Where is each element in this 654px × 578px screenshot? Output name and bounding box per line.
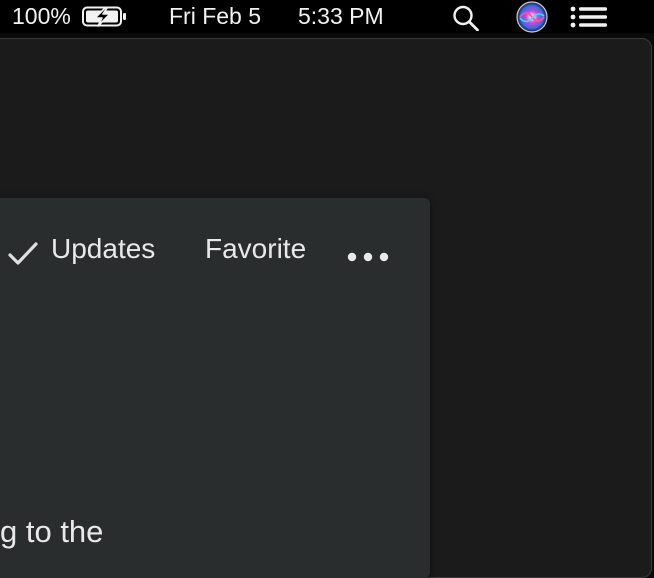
menubar-date[interactable]: Fri Feb 5 [169, 0, 261, 33]
battery-charging-icon[interactable] [82, 6, 128, 27]
siri-icon[interactable] [516, 1, 548, 33]
favorite-button[interactable]: Favorite [205, 230, 306, 268]
battery-percentage[interactable]: 100% [12, 0, 71, 33]
notification-center-icon[interactable] [570, 6, 608, 28]
more-ellipsis-icon[interactable] [346, 240, 390, 262]
updates-label: Updates [51, 233, 156, 264]
spotlight-search-icon[interactable] [452, 5, 480, 32]
checkmark-icon [8, 238, 38, 276]
menu-bar: 100% Fri Feb 5 5:33 PM [0, 0, 654, 33]
panel-body-text: g to the [0, 514, 104, 549]
menubar-time[interactable]: 5:33 PM [298, 0, 384, 33]
